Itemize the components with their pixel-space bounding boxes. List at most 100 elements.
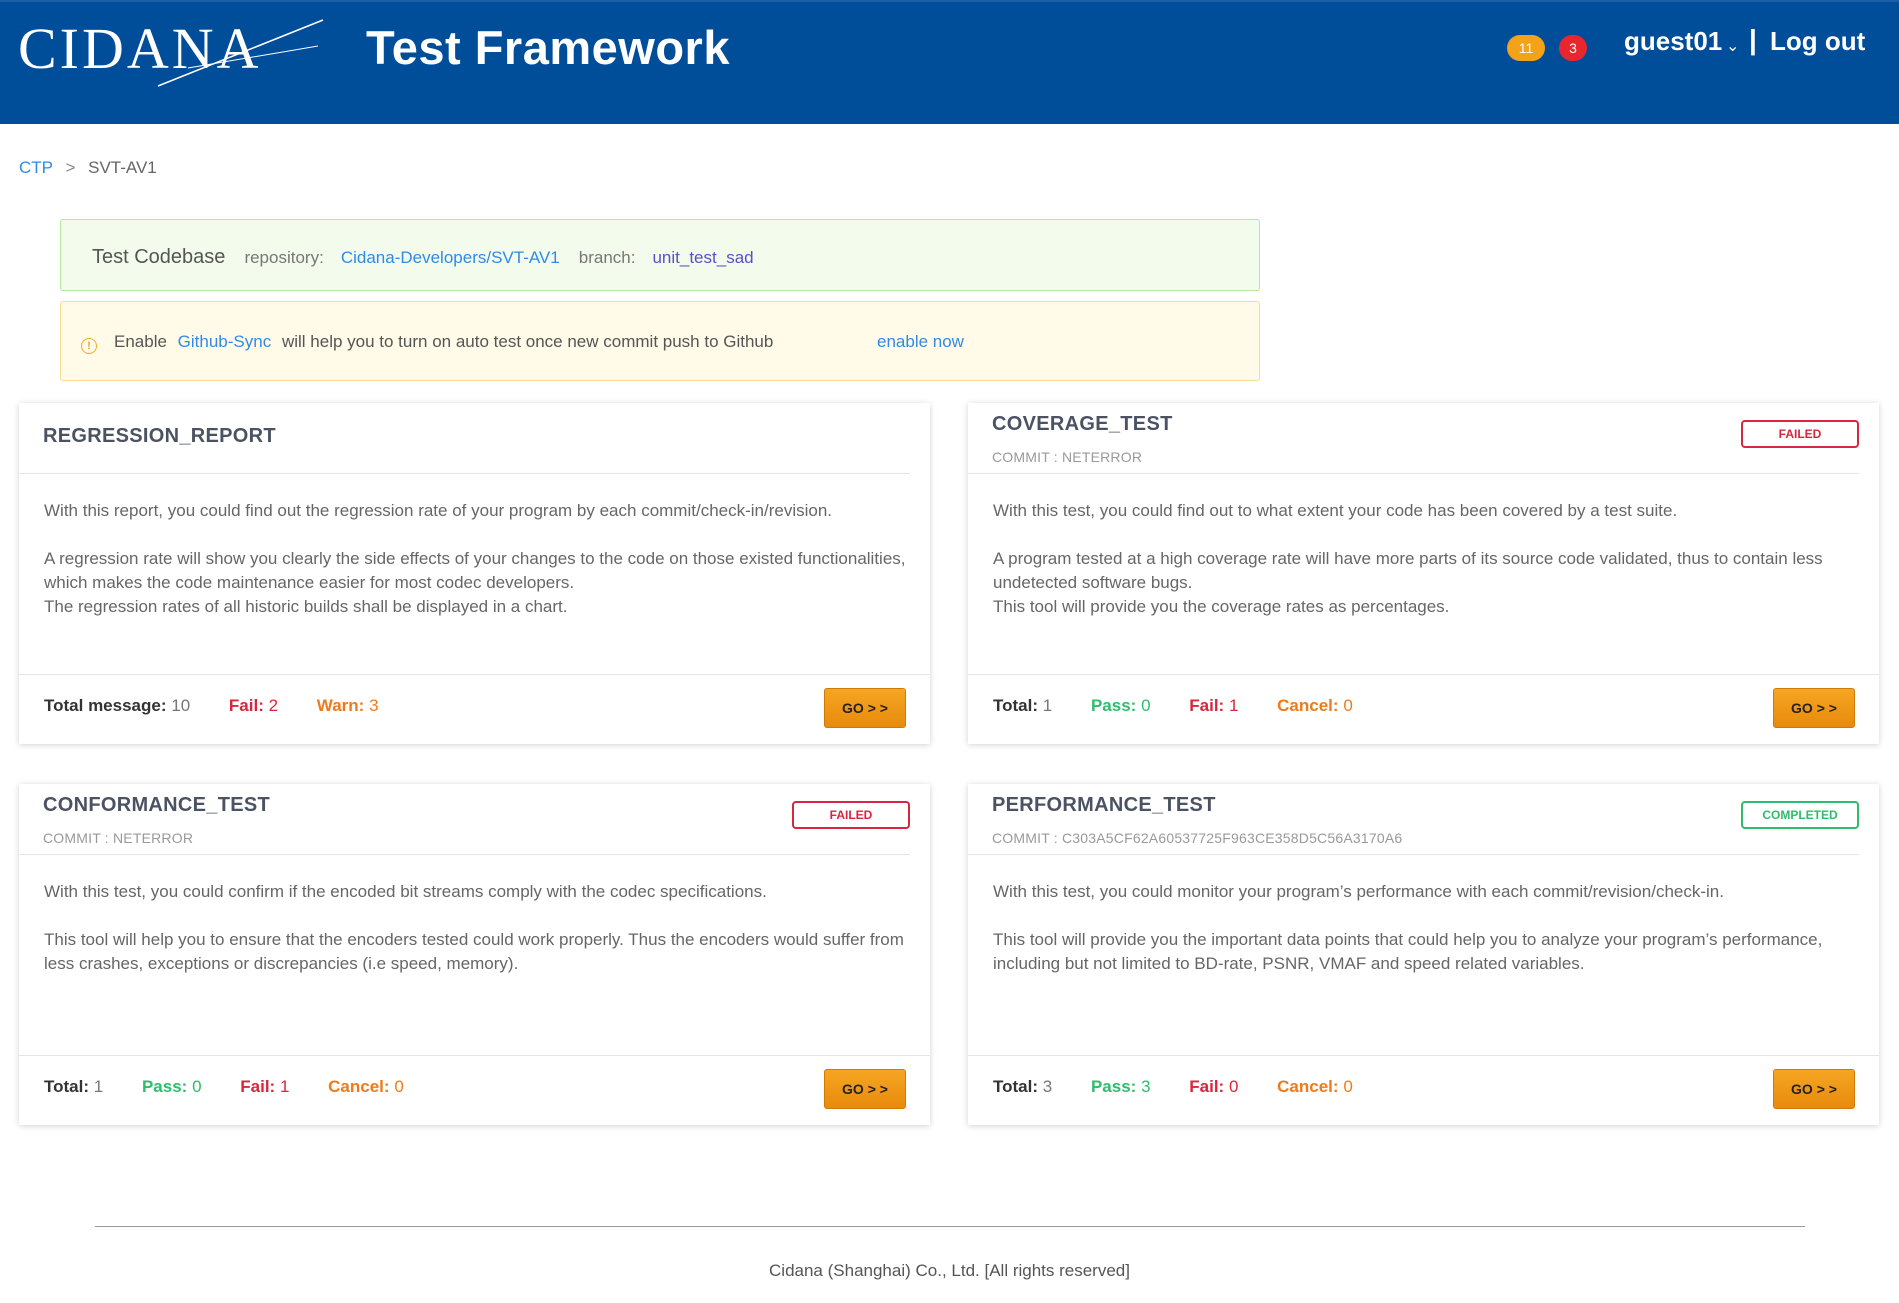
cancel-value: 0 xyxy=(394,1077,404,1096)
total-value: 1 xyxy=(1042,696,1053,715)
status-badge: FAILED xyxy=(1741,420,1859,448)
fail-value: 1 xyxy=(279,1077,290,1096)
pass-value: 0 xyxy=(192,1077,202,1096)
card-description-line: With this test, you could monitor your p… xyxy=(993,882,1724,901)
fail-label: Fail: xyxy=(1189,696,1225,715)
cidana-logo-graphic: CIDANA xyxy=(18,16,324,87)
app-title: Test Framework xyxy=(366,21,730,74)
logout-link[interactable]: Log out xyxy=(1770,26,1865,57)
go-button[interactable]: GO > > xyxy=(1773,1069,1855,1109)
card-stats: Total: 3 Pass: 3 Fail: 0 Cancel: 0 xyxy=(993,1077,1387,1097)
total-value: 3 xyxy=(1042,1077,1053,1096)
cidana-logo[interactable]: CIDANA xyxy=(18,16,328,92)
card-description-line: This tool will help you to ensure that t… xyxy=(44,930,904,973)
notice-suffix: will help you to turn on auto test once … xyxy=(281,332,774,351)
footer-divider xyxy=(95,1226,1805,1227)
pass-value: 0 xyxy=(1141,696,1151,715)
fail-label: Fail: xyxy=(240,1077,276,1096)
card-description-line: With this test, you could confirm if the… xyxy=(44,882,767,901)
card-title: REGRESSION_REPORT xyxy=(43,425,276,447)
info-icon: ! xyxy=(81,338,97,354)
notice-prefix: Enable xyxy=(114,332,167,351)
card-footer-divider xyxy=(19,1055,930,1056)
branch-value[interactable]: unit_test_sad xyxy=(652,248,753,267)
card-divider xyxy=(968,854,1859,855)
branch-label: branch: xyxy=(578,248,636,267)
fail-label: Fail: xyxy=(228,696,264,715)
card-description-line: This tool will provide you the important… xyxy=(993,930,1823,973)
card-description-line: This tool will provide you the coverage … xyxy=(993,597,1450,616)
warn-value: 3 xyxy=(369,696,379,715)
conformance-test-card: CONFORMANCE_TEST FAILED COMMIT : NETERRO… xyxy=(19,784,930,1125)
card-footer-divider xyxy=(968,674,1879,675)
coverage-test-card: COVERAGE_TEST FAILED COMMIT : NETERROR W… xyxy=(968,403,1879,744)
total-label: Total message: xyxy=(44,696,167,715)
github-sync-link[interactable]: Github-Sync xyxy=(178,332,272,351)
card-stats: Total message: 10 Fail: 2 Warn: 3 xyxy=(44,696,413,716)
repository-link[interactable]: Cidana-Developers/SVT-AV1 xyxy=(341,248,560,267)
chevron-down-icon[interactable]: ⌄ xyxy=(1726,36,1739,56)
user-menu[interactable]: guest01 xyxy=(1624,26,1722,57)
card-stats: Total: 1 Pass: 0 Fail: 1 Cancel: 0 xyxy=(44,1077,438,1097)
card-description: With this test, you could find out to wh… xyxy=(993,499,1863,619)
fail-value: 2 xyxy=(268,696,279,715)
total-value: 10 xyxy=(171,696,191,715)
cancel-value: 0 xyxy=(1343,1077,1353,1096)
fail-value: 1 xyxy=(1228,696,1239,715)
card-title: COVERAGE_TEST xyxy=(992,413,1173,435)
total-label: Total: xyxy=(993,696,1039,715)
pass-value: 3 xyxy=(1141,1077,1151,1096)
header-separator: | xyxy=(1749,24,1757,55)
card-footer-divider xyxy=(19,674,930,675)
commit-label: COMMIT : NETERROR xyxy=(43,830,194,846)
breadcrumb-current: SVT-AV1 xyxy=(88,158,157,177)
commit-label: COMMIT : C303A5CF62A60537725F963CE358D5C… xyxy=(992,830,1403,846)
card-title: PERFORMANCE_TEST xyxy=(992,794,1216,816)
card-divider xyxy=(19,854,910,855)
status-badge: FAILED xyxy=(792,801,910,829)
total-label: Total: xyxy=(993,1077,1039,1096)
card-description-line: A regression rate will show you clearly … xyxy=(44,549,906,592)
card-divider xyxy=(968,473,1859,474)
card-description: With this report, you could find out the… xyxy=(44,499,914,619)
enable-now-link[interactable]: enable now xyxy=(877,332,964,352)
breadcrumb-separator: > xyxy=(65,158,76,177)
card-description-line: The regression rates of all historic bui… xyxy=(44,597,568,616)
test-codebase-panel: Test Codebase repository: Cidana-Develop… xyxy=(60,219,1260,291)
card-title: CONFORMANCE_TEST xyxy=(43,794,271,816)
pass-label: Pass: xyxy=(1090,696,1137,715)
regression-report-card: REGRESSION_REPORT With this report, you … xyxy=(19,403,930,744)
card-footer-divider xyxy=(968,1055,1879,1056)
repository-label: repository: xyxy=(244,248,324,267)
error-count-badge[interactable]: 3 xyxy=(1559,35,1587,61)
performance-test-card: PERFORMANCE_TEST COMPLETED COMMIT : C303… xyxy=(968,784,1879,1125)
footer-copyright: Cidana (Shanghai) Co., Ltd. [All rights … xyxy=(769,1261,1130,1280)
card-description: With this test, you could monitor your p… xyxy=(993,880,1863,976)
fail-label: Fail: xyxy=(1189,1077,1225,1096)
pass-label: Pass: xyxy=(141,1077,188,1096)
card-divider xyxy=(19,473,910,474)
warn-label: Warn: xyxy=(316,696,365,715)
breadcrumb: CTP > SVT-AV1 xyxy=(19,158,157,178)
cancel-label: Cancel: xyxy=(1277,1077,1339,1096)
card-stats: Total: 1 Pass: 0 Fail: 1 Cancel: 0 xyxy=(993,696,1387,716)
go-button[interactable]: GO > > xyxy=(824,688,906,728)
cancel-label: Cancel: xyxy=(328,1077,390,1096)
cancel-value: 0 xyxy=(1343,696,1353,715)
github-sync-notice: ! Enable Github-Sync will help you to tu… xyxy=(60,301,1260,381)
commit-label: COMMIT : NETERROR xyxy=(992,449,1143,465)
card-description-line: A program tested at a high coverage rate… xyxy=(993,549,1823,592)
card-description: With this test, you could confirm if the… xyxy=(44,880,914,976)
card-description-line: With this test, you could find out to wh… xyxy=(993,501,1678,520)
warning-count-badge[interactable]: 11 xyxy=(1507,35,1545,61)
codebase-title: Test Codebase xyxy=(92,246,226,268)
go-button[interactable]: GO > > xyxy=(1773,688,1855,728)
top-header: CIDANA Test Framework 11 3 guest01 ⌄ | L… xyxy=(0,0,1899,124)
card-description-line: With this report, you could find out the… xyxy=(44,501,833,520)
logo-wordmark: CIDANA xyxy=(18,16,262,81)
cancel-label: Cancel: xyxy=(1277,696,1339,715)
go-button[interactable]: GO > > xyxy=(824,1069,906,1109)
total-label: Total: xyxy=(44,1077,90,1096)
breadcrumb-root-link[interactable]: CTP xyxy=(19,158,53,177)
total-value: 1 xyxy=(93,1077,104,1096)
